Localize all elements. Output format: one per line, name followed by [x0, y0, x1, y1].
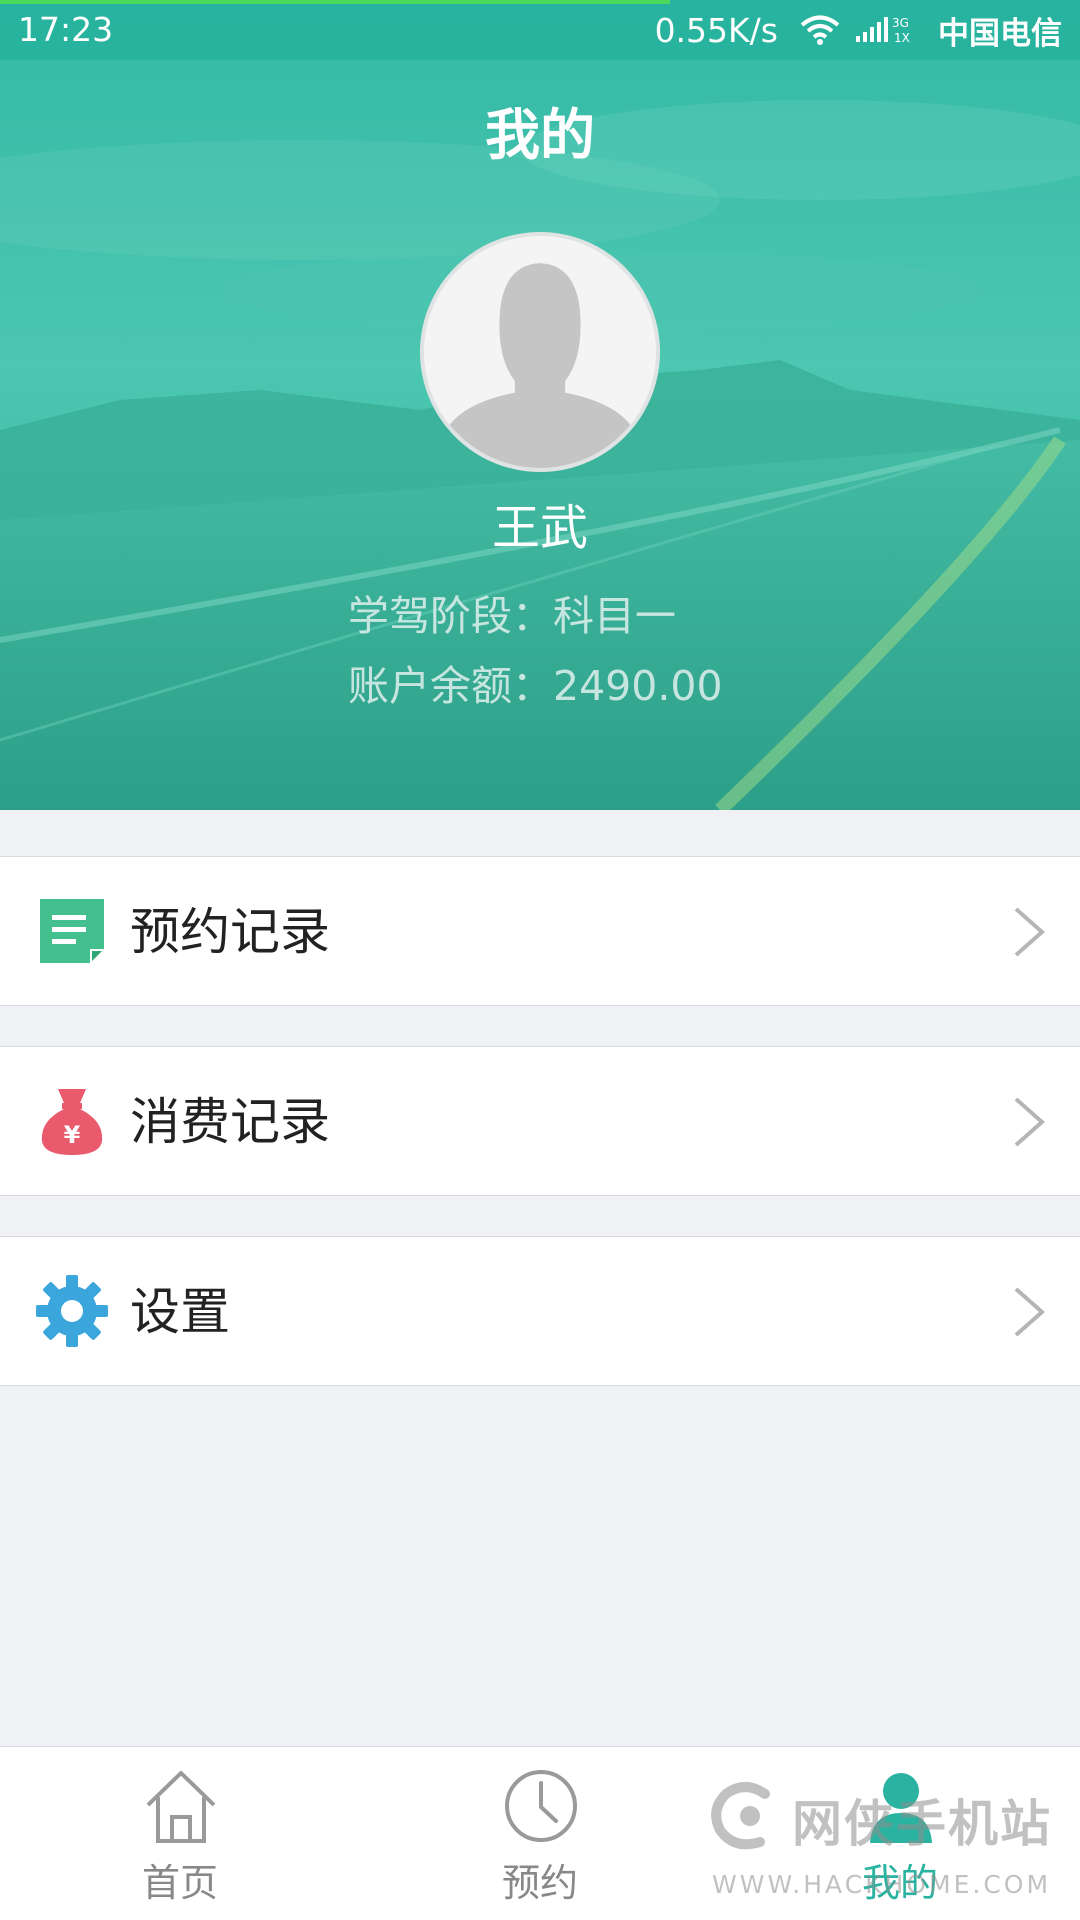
learning-stage: 学驾阶段：科目一 [348, 592, 676, 640]
chevron-right-icon [1012, 1285, 1046, 1339]
default-user-avatar-icon [424, 236, 656, 468]
menu-item-booking-records[interactable]: 预约记录 [0, 856, 1080, 1006]
page-title: 我的 [484, 103, 595, 167]
person-icon [862, 1767, 940, 1845]
tab-home[interactable]: 首页 [80, 1747, 280, 1920]
loading-progress-bar [0, 0, 670, 4]
account-balance: 账户余额：2490.00 [348, 662, 723, 710]
bottom-navigation-bar: 首页 预约 我的 [0, 1746, 1080, 1920]
money-bag-icon: ¥ [36, 1085, 108, 1157]
tab-booking[interactable]: 预约 [440, 1747, 640, 1920]
my-profile-screen: 17:23 0.55K/s 3G 1X 中国电信 我的 王武 学驾阶段：科目一 … [0, 0, 1080, 1920]
carrier-name: 中国电信 [938, 15, 1062, 52]
wifi-icon [800, 15, 840, 45]
tab-label: 我的 [861, 1861, 938, 1905]
profile-header-banner: 17:23 0.55K/s 3G 1X 中国电信 我的 王武 学驾阶段：科目一 … [0, 0, 1080, 810]
signal-type-bottom: 1X [894, 31, 910, 45]
tab-label: 预约 [501, 1861, 578, 1905]
menu-item-label: 消费记录 [130, 1093, 330, 1151]
menu-item-spending-records[interactable]: ¥ 消费记录 [0, 1046, 1080, 1196]
home-icon [142, 1767, 220, 1845]
document-icon [36, 895, 108, 967]
tab-mine[interactable]: 我的 [800, 1747, 1000, 1920]
avatar[interactable] [420, 232, 660, 472]
menu-item-label: 预约记录 [130, 903, 330, 961]
menu-item-settings[interactable]: 设置 [0, 1236, 1080, 1386]
network-speed: 0.55K/s [654, 10, 778, 50]
status-time: 17:23 [18, 10, 114, 49]
status-bar: 17:23 0.55K/s 3G 1X 中国电信 [0, 0, 1080, 60]
user-name: 王武 [491, 500, 588, 556]
svg-text:¥: ¥ [64, 1121, 81, 1149]
cell-signal-icon: 3G 1X [856, 16, 910, 45]
status-indicators: 0.55K/s 3G 1X 中国电信 [654, 10, 1062, 52]
clock-icon [502, 1767, 580, 1845]
menu-item-label: 设置 [130, 1283, 230, 1341]
tab-label: 首页 [141, 1861, 218, 1905]
gear-icon [36, 1275, 108, 1347]
chevron-right-icon [1012, 905, 1046, 959]
signal-type-top: 3G [892, 16, 909, 30]
chevron-right-icon [1012, 1095, 1046, 1149]
